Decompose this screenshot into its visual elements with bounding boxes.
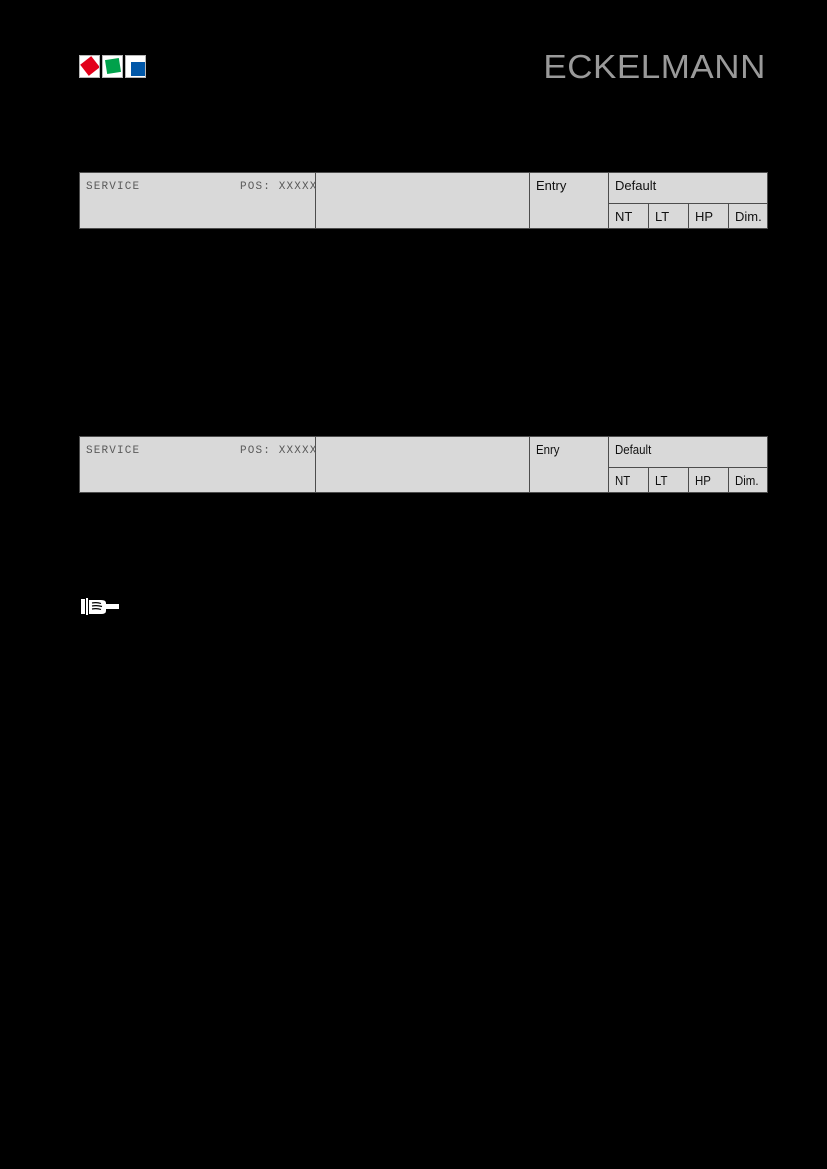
default-header-cell: Default xyxy=(607,436,769,468)
brand-wordmark: ECKELMANN xyxy=(543,48,766,85)
eckelmann-logo xyxy=(79,55,146,78)
pos-label: POS: XXXXX xyxy=(240,445,318,457)
default-column-dim-label: Dim. xyxy=(735,473,759,488)
entry-label: Entry xyxy=(536,178,567,193)
entry-label: Enry xyxy=(536,442,560,457)
entry-header-cell: Enry xyxy=(529,436,609,493)
default-label: Default xyxy=(615,442,652,457)
default-column-hp-label: HP xyxy=(695,209,714,224)
service-label: SERVICE xyxy=(86,445,141,457)
red-square-icon xyxy=(80,56,99,76)
default-header-cell: Default xyxy=(607,172,769,204)
pointing-hand-icon xyxy=(79,594,121,620)
default-column-lt: LT xyxy=(648,203,689,229)
default-column-hp: HP xyxy=(688,203,729,229)
default-column-nt: NT xyxy=(608,203,649,229)
default-column-dim-label: Dim. xyxy=(735,209,762,224)
default-column-nt-label: NT xyxy=(615,209,633,224)
service-table-1: SERVICE POS: XXXXX Entry Default NT LT H… xyxy=(79,172,769,229)
table-row: SERVICE POS: XXXXX Entry Default xyxy=(79,172,769,229)
default-column-nt-label: NT xyxy=(615,473,631,488)
default-column-hp-label: HP xyxy=(695,473,711,488)
document-page: ECKELMANN SERVICE POS: XXXXX Entry Defau… xyxy=(0,0,827,1169)
default-column-lt-label: LT xyxy=(655,473,668,488)
description-value xyxy=(316,441,327,450)
service-table-2: SERVICE POS: XXXXX Enry Default NT LT HP… xyxy=(79,436,769,493)
default-column-dim: Dim. xyxy=(727,203,769,229)
default-column-hp: HP xyxy=(688,467,729,493)
entry-header-cell: Entry xyxy=(529,172,609,229)
logo-tile-red xyxy=(79,55,100,78)
table-row: SERVICE POS: XXXXX Enry Default xyxy=(79,436,769,493)
default-column-lt-label: LT xyxy=(655,209,670,224)
blue-square-icon xyxy=(131,62,145,76)
service-pos-cell: SERVICE POS: XXXXX xyxy=(79,172,318,229)
description-value xyxy=(316,173,529,182)
default-label: Default xyxy=(615,178,657,193)
default-column-lt: LT xyxy=(648,467,689,493)
pos-label: POS: XXXXX xyxy=(240,181,318,193)
default-column-nt: NT xyxy=(608,467,649,493)
logo-tile-green xyxy=(102,55,123,78)
logo-tile-blue xyxy=(125,55,146,78)
default-column-dim: Dim. xyxy=(727,467,769,493)
green-square-icon xyxy=(104,57,122,75)
service-label: SERVICE xyxy=(86,181,141,193)
service-pos-cell: SERVICE POS: XXXXX xyxy=(79,436,318,493)
description-cell xyxy=(315,436,530,493)
description-cell xyxy=(315,172,530,229)
